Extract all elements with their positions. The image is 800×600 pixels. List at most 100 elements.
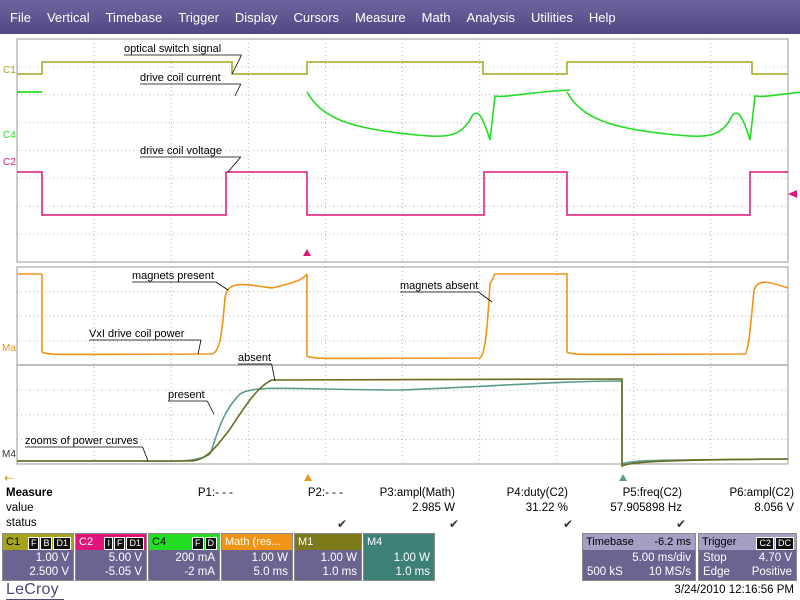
- param-p5-value: 57.905898 Hz: [610, 502, 682, 514]
- annotation-optical-switch: optical switch signal: [124, 43, 221, 55]
- trace-c4-b: [306, 89, 571, 141]
- menu-help[interactable]: Help: [589, 10, 616, 25]
- menu-display[interactable]: Display: [235, 10, 278, 25]
- label-m4: M4: [2, 449, 16, 460]
- param-p4-value: 31.22 %: [525, 502, 568, 514]
- channel-math-sub: (res...: [252, 536, 281, 548]
- flag-d1: D1: [53, 537, 71, 550]
- channel-c4-scale: 200 mA: [175, 552, 215, 564]
- channel-c4-name: C4: [152, 536, 167, 548]
- param-p5-name[interactable]: P5:freq(C2): [552, 487, 682, 499]
- trigger-type: Edge: [703, 566, 730, 578]
- timebase-box[interactable]: Timebase -6.2 ms 5.00 ms/div 500 kS 10 M…: [582, 533, 696, 581]
- channel-c1-box[interactable]: C1 F B D1 1.00 V 2.500 V: [2, 533, 74, 581]
- flag-i: I: [104, 537, 113, 550]
- annotation-drive-voltage: drive coil voltage: [140, 145, 222, 157]
- menu-math[interactable]: Math: [422, 10, 451, 25]
- annotation-present-zoom: present: [168, 389, 205, 401]
- annotation-zooms: zooms of power curves: [25, 435, 139, 447]
- trigger-mode: Stop: [703, 552, 727, 564]
- channel-m1-timebase: 1.0 ms: [322, 566, 357, 578]
- param-p2-name[interactable]: P2:- - -: [213, 487, 343, 499]
- label-c1: C1: [3, 65, 16, 76]
- annotation-magnets-absent: magnets absent: [400, 280, 478, 292]
- channel-math-timebase: 5.0 ms: [253, 566, 288, 578]
- trigger-level: 4.70 V: [758, 552, 792, 564]
- annotation-magnets-present: magnets present: [132, 270, 214, 282]
- footer: LeCroy 3/24/2010 12:16:56 PM: [0, 581, 800, 600]
- annotation-power: VxI drive coil power: [89, 328, 185, 340]
- annotation-leader: [197, 339, 202, 355]
- channel-c1-scale: 1.00 V: [35, 552, 69, 564]
- annotation-leader: [227, 156, 242, 173]
- menu-utilities[interactable]: Utilities: [531, 10, 573, 25]
- channel-c2-name: C2: [79, 536, 94, 548]
- channel-math-scale: 1.00 W: [251, 552, 288, 564]
- channel-m1-name: M1: [298, 536, 314, 548]
- menu-trigger[interactable]: Trigger: [178, 10, 219, 25]
- menu-vertical[interactable]: Vertical: [47, 10, 90, 25]
- trigger-label: Trigger: [702, 536, 737, 548]
- trigger-slope: Positive: [751, 566, 792, 578]
- channel-c2-box[interactable]: C2 I F D1 5.00 V -5.05 V: [75, 533, 147, 581]
- timebase-samples: 500 kS: [587, 566, 623, 578]
- param-p4-name[interactable]: P4:duty(C2): [438, 487, 568, 499]
- trigger-marker-icon: [303, 249, 311, 256]
- channel-math-box[interactable]: Math (res... 1.00 W 5.0 ms: [221, 533, 293, 581]
- menu-timebase[interactable]: Timebase: [106, 10, 163, 25]
- flag-d: D: [204, 537, 217, 550]
- flag-f: F: [27, 537, 40, 550]
- status-label: status: [6, 517, 37, 529]
- menu-bar: File Vertical Timebase Trigger Display Cursor…: [0, 0, 800, 34]
- channel-c1-name: C1: [6, 536, 21, 548]
- channel-m1-scale: 1.00 W: [320, 552, 357, 564]
- channel-m4-name: M4: [367, 536, 383, 548]
- channel-math-name: Math: [225, 536, 250, 548]
- trigger-flag-dc: DC: [775, 537, 794, 550]
- trace-math-b: [306, 273, 789, 360]
- annotation-leader: [206, 400, 215, 415]
- trigger-level-icon: [788, 190, 797, 198]
- channel-m4-box[interactable]: M4 1.00 W 1.0 ms: [363, 533, 435, 581]
- zoom-position-icon: [619, 474, 627, 481]
- timebase-offset: -6.2 ms: [654, 536, 691, 548]
- label-c4: C4: [3, 130, 16, 141]
- check-icon: ✔: [449, 517, 460, 531]
- menu-measure[interactable]: Measure: [355, 10, 406, 25]
- channel-m1-box[interactable]: M1 1.00 W 1.0 ms: [294, 533, 362, 581]
- measure-panel: Measure P1:- - - P2:- - - P3:ampl(Math) …: [0, 486, 800, 533]
- top-grid: [16, 38, 789, 263]
- math-position-icon: [304, 474, 312, 481]
- label-math: Ma: [2, 343, 16, 354]
- flag-d1: D1: [126, 537, 144, 550]
- timebase-rate: 10 MS/s: [648, 566, 691, 578]
- lecroy-logo: LeCroy: [6, 581, 59, 598]
- channel-m4-timebase: 1.0 ms: [395, 566, 430, 578]
- menu-cursors[interactable]: Cursors: [294, 10, 340, 25]
- annotation-absent-zoom: absent: [238, 352, 271, 364]
- flag-b: B: [40, 537, 53, 550]
- param-p6-name[interactable]: P6:ampl(C2): [664, 487, 794, 499]
- channel-c2-scale: 5.00 V: [108, 552, 142, 564]
- waveform-area: C1 C4 C2 Ma M4 ⇠ optical switch signal drive co…: [2, 38, 800, 485]
- trace-c2: [17, 171, 788, 216]
- annotation-leader: [231, 54, 242, 75]
- trigger-box[interactable]: Trigger C2 DC Stop 4.70 V Edge Positive: [698, 533, 797, 581]
- param-p3-name[interactable]: P3:ampl(Math): [325, 487, 455, 499]
- trace-c4-c: [566, 91, 800, 141]
- flag-f: F: [113, 537, 126, 550]
- menu-file[interactable]: File: [10, 10, 31, 25]
- annotation-leader: [271, 363, 276, 382]
- annotation-drive-current: drive coil current: [140, 72, 221, 84]
- channel-bar: C1 F B D1 1.00 V 2.500 V C2 I F D1 5.00 V -5…: [0, 533, 800, 581]
- channel-c2-offset: -5.05 V: [104, 566, 142, 578]
- left-arrow-icon: ⇠: [4, 471, 14, 485]
- menu-analysis[interactable]: Analysis: [467, 10, 515, 25]
- timebase-label: Timebase: [586, 536, 634, 548]
- channel-c4-box[interactable]: C4 FD 200 mA -2 mA: [148, 533, 220, 581]
- flag-f: F: [192, 537, 204, 550]
- param-p6-value: 8.056 V: [754, 502, 794, 514]
- trace-m1-absent: [17, 378, 789, 468]
- check-icon: ✔: [337, 517, 348, 531]
- annotation-leader: [234, 83, 242, 97]
